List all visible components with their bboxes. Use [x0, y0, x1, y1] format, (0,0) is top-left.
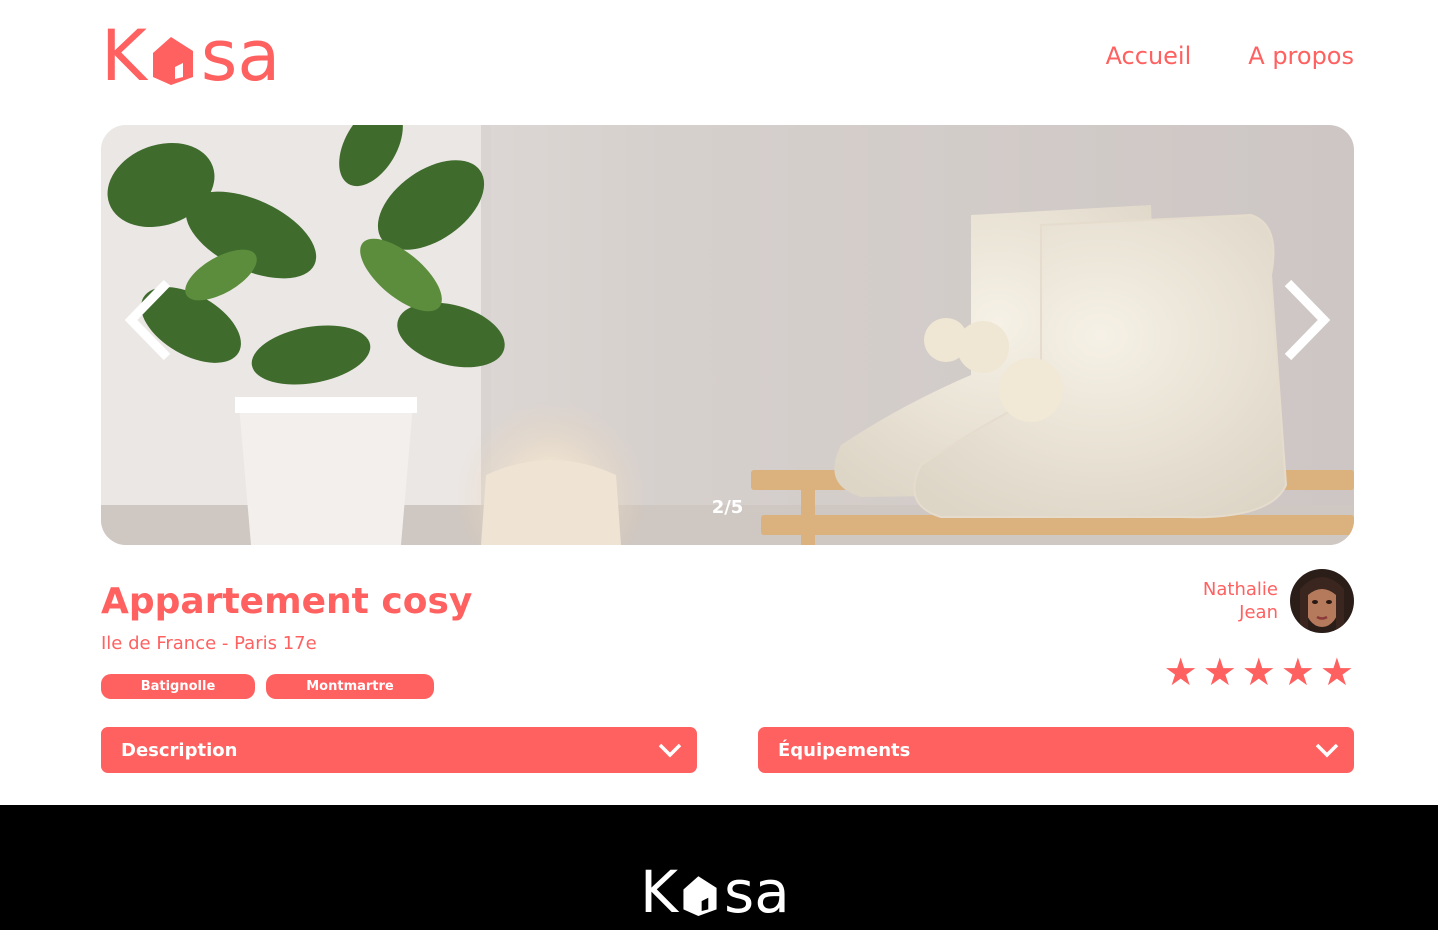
listing-title: Appartement cosy — [101, 581, 473, 622]
host-card: Nathalie Jean — [1203, 569, 1354, 633]
logo-letters-sa: sa — [200, 15, 281, 97]
avatar — [1290, 569, 1354, 633]
main-nav: Accueil A propos — [1106, 42, 1354, 70]
listing-photo — [101, 125, 1354, 545]
tag: Batignolle — [101, 674, 255, 699]
chevron-right-icon[interactable] — [1276, 275, 1336, 365]
site-footer: K sa — [0, 805, 1438, 930]
chevron-down-icon[interactable] — [1314, 742, 1340, 758]
logo-letters-sa: sa — [724, 858, 790, 926]
star-icon: ★ — [1202, 650, 1237, 694]
listing-location: Ile de France - Paris 17e — [101, 633, 317, 654]
logo-letter-k: K — [101, 15, 147, 97]
logo-letter-k: K — [640, 858, 679, 926]
collapse-label: Équipements — [778, 739, 911, 761]
equipment-collapse[interactable]: Équipements — [758, 727, 1354, 773]
rating-stars: ★ ★ ★ ★ ★ — [1164, 652, 1354, 692]
house-icon — [683, 876, 717, 916]
star-icon: ★ — [1319, 650, 1354, 694]
listing-info: Appartement cosy Ile de France - Paris 1… — [101, 575, 472, 699]
tag-list: Batignolle Montmartre — [101, 674, 472, 699]
chevron-left-icon[interactable] — [119, 275, 179, 365]
nav-link-about[interactable]: A propos — [1248, 42, 1354, 70]
host-name: Nathalie Jean — [1203, 578, 1278, 624]
star-icon: ★ — [1241, 650, 1276, 694]
slide-counter: 2/5 — [711, 497, 744, 518]
host-last-name: Jean — [1239, 602, 1278, 623]
image-carousel: 2/5 — [101, 125, 1354, 545]
chevron-down-icon[interactable] — [657, 742, 683, 758]
host-first-name: Nathalie — [1202, 579, 1278, 600]
star-icon: ★ — [1163, 650, 1198, 694]
site-header: K sa Accueil A propos — [101, 0, 1354, 110]
house-icon — [152, 37, 193, 85]
tag: Montmartre — [266, 674, 434, 699]
footer-logo: K sa — [640, 863, 790, 921]
collapse-label: Description — [121, 739, 238, 761]
nav-link-home[interactable]: Accueil — [1106, 42, 1192, 70]
kasa-logo[interactable]: K sa — [101, 18, 280, 94]
star-icon: ★ — [1280, 650, 1315, 694]
description-collapse[interactable]: Description — [101, 727, 697, 773]
